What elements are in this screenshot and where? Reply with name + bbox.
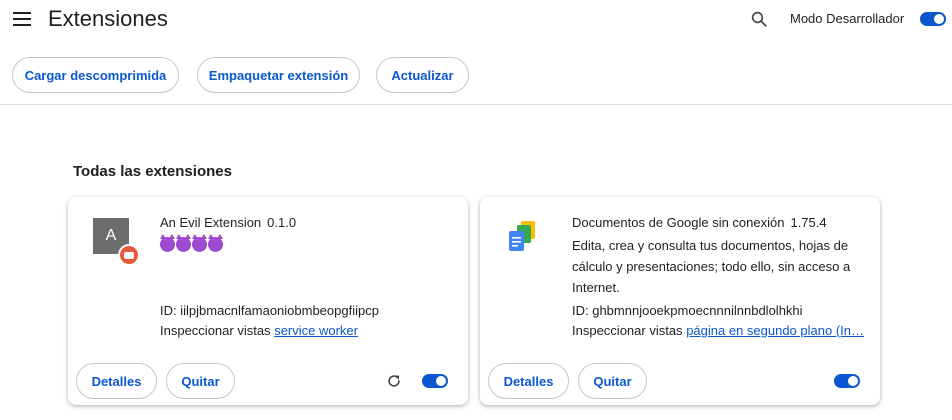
details-button[interactable]: Detalles [488,363,569,399]
remove-button[interactable]: Quitar [578,363,647,399]
pack-extension-button[interactable]: Empaquetar extensión [197,57,360,93]
extension-name: Documentos de Google sin conexión [572,215,785,230]
extension-description: Edita, crea y consulta tus documentos, h… [572,235,872,298]
load-unpacked-button[interactable]: Cargar descomprimida [12,57,179,93]
extension-id: ID: iilpjbmacnlfamaoniobmbeopgfiipcp [160,303,379,318]
toolbar-divider [0,104,952,105]
developer-mode-label: Modo Desarrollador [790,11,905,26]
inspect-views: Inspeccionar vistas service worker [160,323,460,338]
page-header: Extensiones Modo Desarrollador [0,0,952,40]
extension-version: 1.75.4 [790,215,827,230]
details-button[interactable]: Detalles [76,363,157,399]
section-title: Todas las extensiones [73,163,232,180]
description-line: Internet. [572,280,620,295]
search-icon[interactable] [750,10,768,28]
inspect-views-label: Inspeccionar vistas [572,323,683,338]
extension-name-line: An Evil Extension 0.1.0 [160,215,296,230]
extension-name-line: Documentos de Google sin conexión 1.75.4 [572,215,827,230]
page-title: Extensiones [48,6,168,31]
google-docs-offline-icon [509,221,535,251]
extension-card-evil: A An Evil Extension 0.1.0 ID: iilpjbmacnl… [68,197,468,405]
devil-emoji-icon [176,234,191,252]
extension-version: 0.1.0 [267,215,297,230]
developer-mode-toggle[interactable] [920,12,946,26]
extension-enable-toggle[interactable] [422,374,448,388]
description-line: Edita, crea y consulta tus documentos, h… [572,238,849,253]
extension-card-docs-offline: Documentos de Google sin conexión 1.75.4 … [480,197,880,405]
update-button[interactable]: Actualizar [376,57,469,93]
inspect-service-worker-link[interactable]: service worker [274,323,358,338]
extension-description [160,234,223,253]
inspect-views-label: Inspeccionar vistas [160,323,271,338]
extension-id: ID: ghbmnnjooekpmoecnnnilnnbdlolhkhi [572,303,803,318]
inspect-background-page-link[interactable]: página en segundo plano (In… [686,323,864,338]
devil-emoji-icon [192,234,207,252]
devil-emoji-icon [160,234,175,252]
devil-emoji-icon [208,234,223,252]
description-line: cálculo y presentaciones; todo ello, sin… [572,259,851,274]
remove-button[interactable]: Quitar [166,363,235,399]
inspect-views: Inspeccionar vistas página en segundo pl… [572,323,872,338]
warning-badge-icon [118,244,140,266]
extension-name: An Evil Extension [160,215,262,230]
reload-icon[interactable] [385,372,403,390]
extension-enable-toggle[interactable] [834,374,860,388]
hamburger-menu-icon[interactable] [13,12,31,26]
